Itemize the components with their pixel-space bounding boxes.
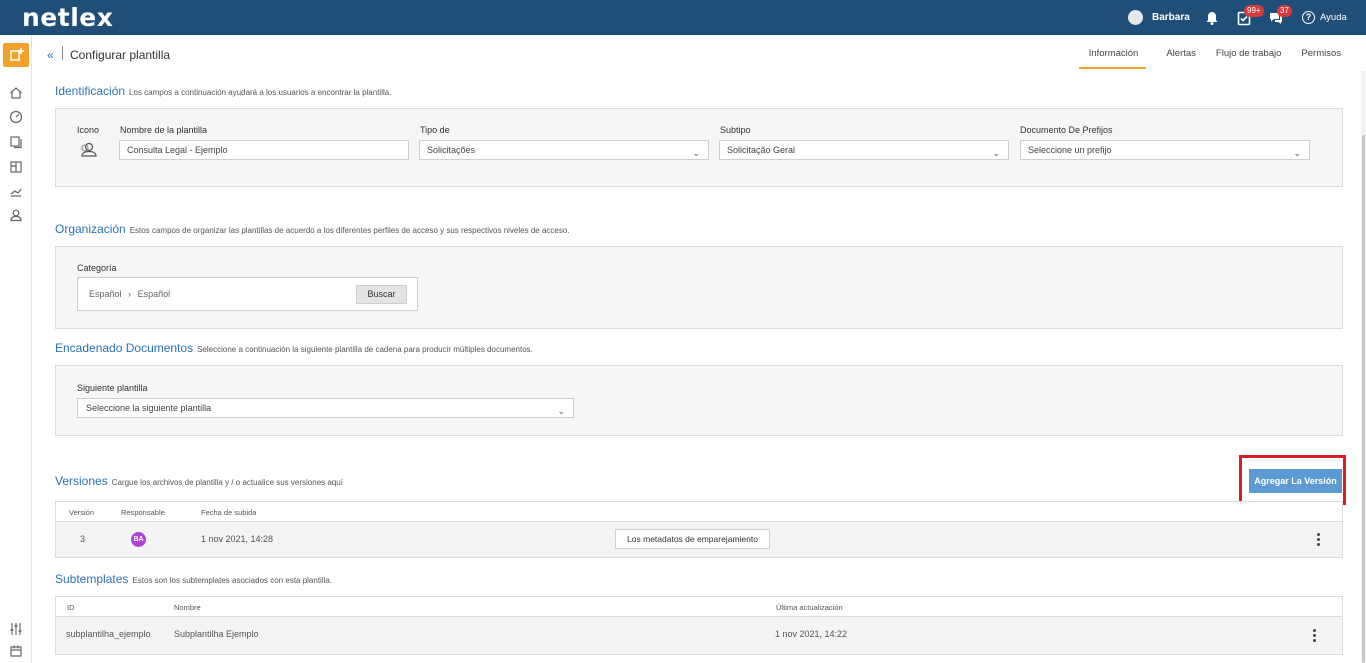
identificacion-description: Los campos a continuación ayudará a los … — [129, 88, 392, 97]
top-bar: netlex Barbara 99+ 37 ? Ayuda — [0, 0, 1366, 35]
icon-label: Icono — [77, 125, 100, 135]
category-crumb-1: Español — [89, 289, 122, 299]
reports-icon[interactable] — [8, 183, 24, 199]
category-label: Categoría — [77, 263, 117, 273]
help-label: Ayuda — [1320, 12, 1347, 23]
dashboard-icon[interactable] — [8, 109, 24, 125]
subtemplate-id: subplantilha_ejemplo — [66, 629, 151, 639]
matching-metadata-button[interactable]: Los metadatos de emparejamiento — [615, 529, 770, 549]
organizacion-description: Estos campos de organizar las plantillas… — [129, 226, 570, 235]
avatar: BA — [131, 532, 146, 547]
versiones-description: Cargue los archivos de plantilla y / o a… — [111, 478, 343, 487]
highlight-box — [1239, 455, 1346, 505]
encadenado-title: Encadenado Documentos — [55, 341, 194, 355]
table-row[interactable]: 3 BA 1 nov 2021, 14:28 Los metadatos de … — [56, 522, 1342, 557]
tasks-badge: 99+ — [1244, 5, 1264, 17]
next-template-select[interactable]: Seleccione la siguiente plantilla ⌄ — [77, 398, 574, 418]
organizacion-title: Organización — [55, 222, 126, 236]
bell-icon[interactable] — [1204, 10, 1220, 26]
subtipo-value: Solicitação Geral — [727, 145, 796, 155]
sidebar-templates-button[interactable] — [3, 43, 29, 67]
template-name-label: Nombre de la plantilla — [120, 125, 208, 135]
encadenado-section-title: Encadenado Documentos Seleccione a contin… — [55, 341, 533, 355]
help-button[interactable]: ? Ayuda — [1302, 11, 1347, 24]
tab-flujo-de-trabajo[interactable]: Flujo de trabajo — [1216, 48, 1281, 69]
page-header: « Configurar plantilla Información Alert… — [32, 35, 1366, 71]
calendar-icon[interactable] — [8, 643, 24, 659]
column-header-ultima-actualizacion: Última actualización — [776, 603, 843, 612]
prefix-placeholder: Seleccione un prefijo — [1028, 145, 1112, 155]
more-options-icon[interactable] — [1313, 629, 1317, 643]
home-icon[interactable] — [8, 85, 24, 101]
subtemplates-title: Subtemplates — [55, 572, 129, 586]
chat-badge: 37 — [1277, 5, 1292, 17]
organizacion-section-title: Organización Estos campos de organizar la… — [55, 222, 570, 236]
tab-permisos[interactable]: Permisos — [1301, 48, 1341, 69]
upload-date: 1 nov 2021, 14:28 — [201, 534, 274, 544]
column-header-responsable: Responsable — [121, 508, 165, 517]
column-header-fecha: Fecha de subida — [201, 508, 257, 517]
chevron-down-icon: ⌄ — [992, 148, 1000, 158]
user-avatar — [1128, 10, 1143, 25]
next-template-placeholder: Seleccione la siguiente plantilla — [86, 403, 212, 413]
chevron-down-icon: ⌄ — [557, 406, 565, 416]
versions-table-header: Versión Responsable Fecha de subida — [56, 502, 1342, 522]
chevron-down-icon: ⌄ — [692, 148, 700, 158]
tabs: Información Alertas Flujo de trabajo Per… — [1078, 48, 1341, 69]
collapse-sidebar-button[interactable]: « — [47, 48, 54, 62]
version-number: 3 — [80, 534, 86, 544]
table-row[interactable]: subplantilha_ejemplo Subplantilha Ejempl… — [56, 617, 1342, 654]
versions-table: Versión Responsable Fecha de subida 3 BA… — [55, 501, 1343, 558]
next-template-label: Siguiente plantilla — [77, 383, 148, 393]
help-icon: ? — [1302, 11, 1315, 24]
board-icon[interactable] — [8, 159, 24, 175]
netlex-logo[interactable]: netlex — [22, 3, 113, 32]
category-crumb-2: Español — [137, 289, 171, 299]
user-menu[interactable]: Barbara — [1128, 10, 1190, 25]
prefix-label: Documento De Prefijos — [1020, 125, 1113, 135]
prefix-select[interactable]: Seleccione un prefijo ⌄ — [1020, 140, 1310, 160]
chevron-down-icon: ⌄ — [1293, 148, 1301, 158]
encadenado-description: Seleccione a continuación la siguiente p… — [197, 345, 533, 354]
subtemplate-name: Subplantilha Ejemplo — [174, 629, 259, 639]
settings-sliders-icon[interactable] — [8, 621, 24, 637]
user-icon[interactable] — [8, 207, 24, 223]
subtemplates-table-header: ID Nombre Última actualización — [56, 597, 1342, 617]
tipo-value: Solicitações — [427, 145, 476, 155]
search-button[interactable]: Buscar — [356, 285, 407, 304]
versiones-title: Versiones — [55, 474, 108, 488]
versiones-section-title: Versiones Cargue los archivos de plantill… — [55, 474, 343, 488]
subtemplates-table: ID Nombre Última actualización subplanti… — [55, 596, 1343, 655]
documents-icon[interactable] — [8, 134, 24, 150]
subtemplates-description: Estos son los subtemplates asociados con… — [132, 576, 333, 585]
user-name: Barbara — [1152, 12, 1190, 23]
column-header-id: ID — [67, 603, 75, 612]
template-add-icon — [10, 48, 24, 61]
identificacion-section-title: Identificación Los campos a continuación … — [55, 84, 391, 98]
template-name-input[interactable]: Consulta Legal - Ejemplo — [119, 140, 409, 160]
more-options-icon[interactable] — [1317, 533, 1321, 547]
page-title: Configurar plantilla — [70, 48, 171, 62]
column-header-version: Versión — [69, 508, 95, 517]
tab-alertas[interactable]: Alertas — [1166, 48, 1196, 69]
tipo-label: Tipo de — [420, 125, 450, 135]
identificacion-title: Identificación — [55, 84, 126, 98]
scrollbar-thumb[interactable] — [1362, 135, 1365, 663]
subtemplates-section-title: Subtemplates Estos son los subtemplates a… — [55, 572, 332, 586]
template-icon-picker[interactable] — [79, 141, 97, 159]
tipo-select[interactable]: Solicitações ⌄ — [419, 140, 709, 160]
column-header-nombre: Nombre — [174, 603, 201, 612]
divider — [62, 46, 63, 60]
subtipo-select[interactable]: Solicitação Geral ⌄ — [719, 140, 1009, 160]
subtipo-label: Subtipo — [720, 125, 751, 135]
sidebar — [0, 35, 32, 663]
tab-informacion[interactable]: Información — [1078, 48, 1147, 69]
breadcrumb-separator-icon: › — [128, 289, 132, 299]
subtemplate-updated: 1 nov 2021, 14:22 — [775, 629, 848, 639]
